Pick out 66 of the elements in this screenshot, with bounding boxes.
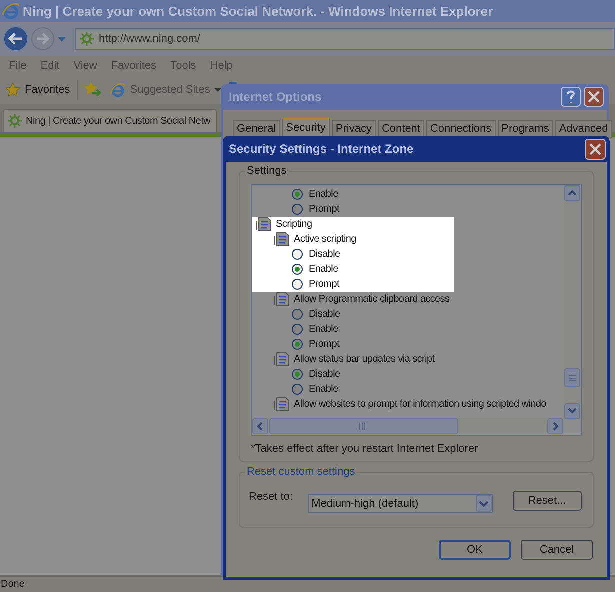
tree-item: Active scripting [294,234,356,245]
ok-button[interactable]: OK [439,540,511,560]
note-text: *Takes effect after you restart Internet Explorer [251,443,480,455]
caret-icon [214,87,222,93]
settings-icon [274,397,290,412]
radio-button[interactable] [292,384,303,395]
settings-icon [274,232,290,247]
status-text: Done [1,579,25,590]
group-label: Reset custom settings [245,466,358,478]
cancel-button[interactable]: Cancel [521,540,593,560]
close-button[interactable] [585,138,606,160]
tab[interactable]: Security [282,118,330,138]
radio-button[interactable] [292,339,303,350]
settings-icon [256,217,272,232]
option-label: Enable [309,264,338,275]
menu-item[interactable]: Tools [164,60,204,72]
radio-button[interactable] [292,249,303,260]
radio-button[interactable] [292,309,303,320]
dropdown-arrow-icon[interactable] [57,35,67,43]
radio-button[interactable] [292,189,303,200]
tree-item: Allow Programmatic clipboard access [294,294,450,305]
menu-item[interactable]: File [2,60,34,72]
radio-button[interactable] [292,264,303,275]
window-title: Ning | Create your own Custom Social Network. - Windows Internet Explorer [23,4,494,18]
option-label: Disable [309,249,340,260]
menu-item[interactable]: View [66,60,104,72]
window-title: Security Settings - Internet Zone [229,142,414,156]
browser-logo-icon [2,2,20,20]
menu-item[interactable]: Favorites [104,60,164,72]
window-title: Internet Options [229,90,322,104]
back-button[interactable] [3,26,29,52]
page-icon [80,32,94,46]
browser-tab[interactable]: Ning | Create your own Custom Social Netw [3,109,217,132]
option-label: Enable [309,384,338,395]
tab[interactable]: Advanced [555,120,612,138]
favorites-button[interactable]: Favorites [3,80,72,100]
level-dropdown[interactable]: Medium-high (default) [308,494,493,513]
option-label: Disable [309,369,340,380]
radio-button[interactable] [292,324,303,335]
radio-button[interactable] [292,369,303,380]
option-label: Prompt [309,279,340,290]
page-icon [8,114,22,128]
option-label: Prompt [309,204,340,215]
tree-item: Allow status bar updates via script [294,354,435,365]
menu-item[interactable]: Edit [34,60,67,72]
radio-button[interactable] [292,204,303,215]
tree-item: Scripting [276,219,312,230]
close-button[interactable] [584,87,604,107]
vertical-scrollbar[interactable] [564,185,581,420]
group-label: Settings [245,165,289,177]
address-field[interactable]: http://www.ning.com/ [75,28,615,50]
option-label: Disable [309,309,340,320]
option-label: Enable [309,189,338,200]
field-label: Reset to: [249,491,294,503]
tree-item: Allow websites to prompt for information using scripted windo [294,399,546,410]
option-label: Prompt [309,339,340,350]
browser-logo-icon [110,82,126,98]
reset-button[interactable]: Reset... [512,491,582,511]
settings-icon [274,352,290,367]
star-icon [5,82,21,98]
horizontal-scrollbar[interactable] [252,418,564,435]
radio-button[interactable] [292,279,303,290]
menu-item[interactable]: Help [203,60,240,72]
settings-icon [274,292,290,307]
option-label: Enable [309,324,338,335]
help-button[interactable] [561,87,581,107]
